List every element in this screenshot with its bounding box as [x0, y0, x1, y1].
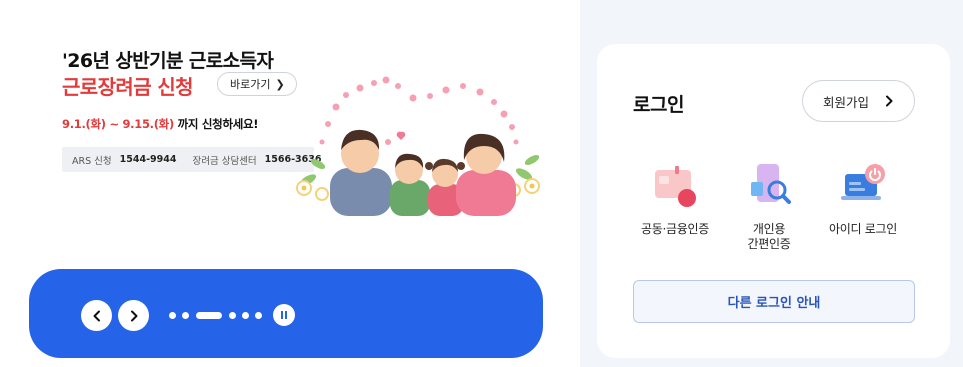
- mother-figure: [456, 133, 516, 216]
- carousel-dot-active[interactable]: [196, 312, 222, 319]
- other-login-guide-button[interactable]: 다른 로그인 안내: [633, 280, 915, 323]
- signup-label: 회원가입: [822, 94, 869, 110]
- shortcut-button[interactable]: 바로가기 ❯: [217, 72, 297, 96]
- heart-icon: [396, 131, 406, 140]
- banner-subtitle: 근로장려금 신청: [62, 75, 194, 99]
- chevron-left-icon: [93, 310, 100, 321]
- contact-label-center: 장려금 상담센터: [192, 155, 257, 167]
- method-label-simple-auth: 개인용 간편인증: [747, 222, 791, 251]
- boy-figure: [390, 153, 430, 216]
- period-end: 9.15.(화): [122, 117, 174, 131]
- chevron-right-icon: [130, 310, 137, 321]
- simple-auth-button[interactable]: 개인용 간편인증: [719, 160, 819, 252]
- carousel-prev-button[interactable]: [81, 300, 112, 331]
- period-start: 9.1.(화): [62, 117, 106, 131]
- carousel-dot-6[interactable]: [255, 312, 262, 319]
- contact-info-bar: ARS 신청 1544-9944 장려금 상담센터 1566-3636: [62, 147, 322, 172]
- application-period: 9.1.(화) ~ 9.15.(화) 까지 신청하세요!: [62, 116, 259, 132]
- laptop-login-icon: [841, 164, 885, 200]
- carousel-controls: [29, 269, 543, 358]
- login-title: 로그인: [633, 94, 684, 116]
- carousel-dot-5[interactable]: [242, 312, 249, 319]
- id-login-button[interactable]: 아이디 로그인: [813, 160, 913, 237]
- banner-title: '26년 상반기분 근로소득자: [62, 50, 274, 72]
- mobile-auth-icon: [751, 164, 791, 204]
- family-illustration: [296, 76, 540, 216]
- period-suffix: 까지 신청하세요!: [173, 117, 259, 131]
- contact-number-ars: 1544-9944: [119, 154, 177, 165]
- certificate-card-icon: [655, 166, 696, 207]
- chevron-right-icon: ❯: [275, 77, 285, 91]
- carousel-dot-1[interactable]: [169, 312, 176, 319]
- carousel-pause-button[interactable]: [273, 304, 295, 326]
- carousel-next-button[interactable]: [118, 300, 149, 331]
- method-label-certificate: 공동·금융인증: [641, 222, 709, 236]
- method-label-id-login: 아이디 로그인: [829, 222, 897, 236]
- signup-button[interactable]: 회원가입: [802, 80, 915, 122]
- carousel-dot-2[interactable]: [182, 312, 189, 319]
- father-figure: [330, 129, 392, 216]
- period-separator: ~: [105, 117, 123, 131]
- shortcut-label: 바로가기: [230, 78, 271, 91]
- login-panel: 로그인 회원가입 공동·금융인증 개인용 간편인증 아이디 로그인 다른 로그인…: [597, 44, 950, 358]
- certificate-login-button[interactable]: 공동·금융인증: [625, 160, 725, 237]
- carousel-dot-4[interactable]: [229, 312, 236, 319]
- contact-label-ars: ARS 신청: [72, 155, 112, 167]
- pause-icon: [281, 311, 283, 319]
- chevron-right-icon: [886, 95, 893, 107]
